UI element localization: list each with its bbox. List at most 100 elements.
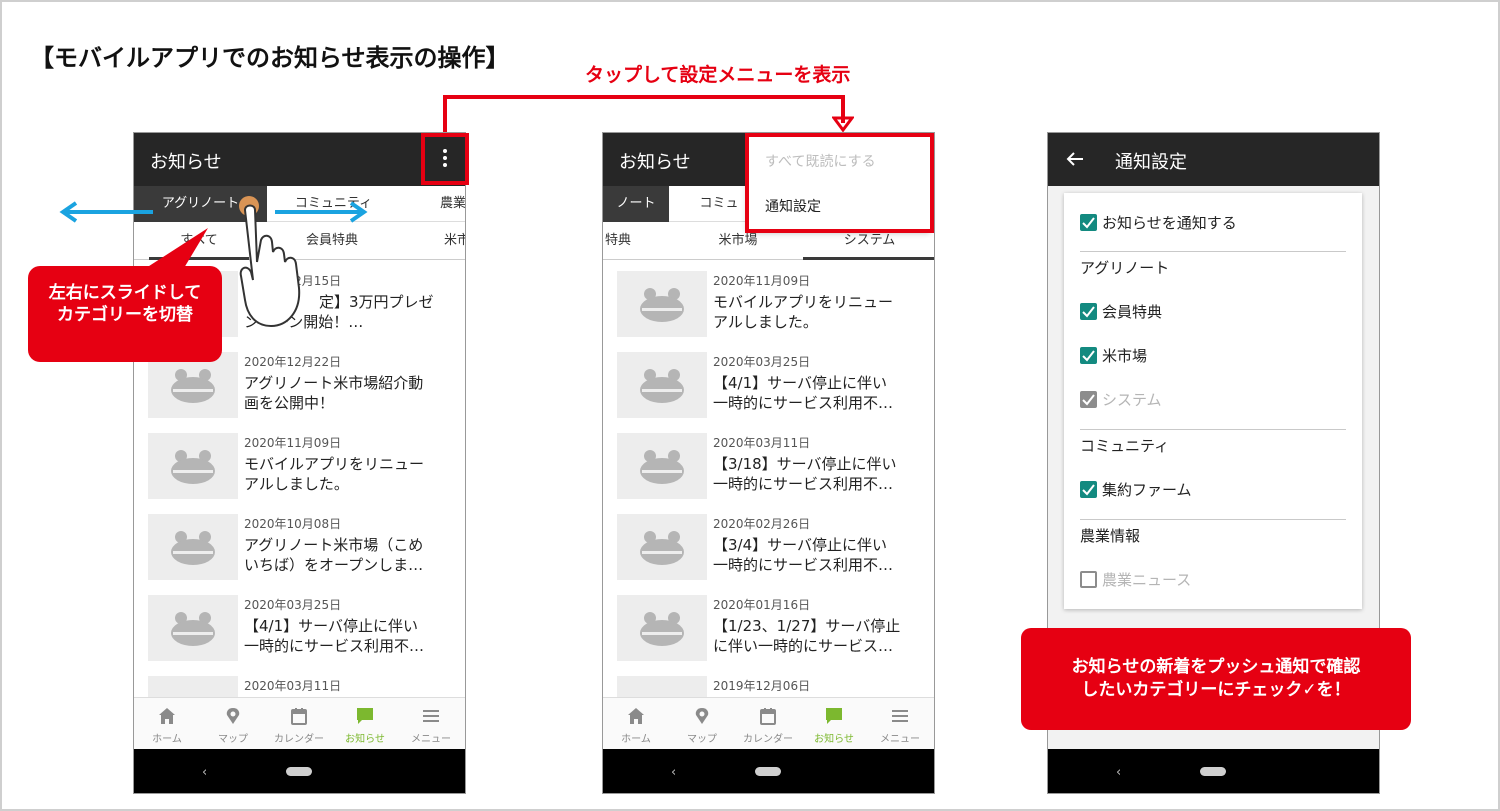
system-home-pill[interactable] [755,767,781,776]
news-item[interactable]: 2020年11月09日 モバイルアプリをリニュー アルしました。 [134,423,465,504]
checkbox-label: 会員特典 [1102,303,1163,321]
thumbnail-placeholder [617,595,707,661]
news-item[interactable]: 2020年03月25日 【4/1】サーバ停止に伴い 一時的にサービス利用不… [603,342,934,423]
checkbox-disabled-checked-icon [1080,391,1097,408]
frog-icon [640,612,684,646]
nav-label: メニュー [411,734,451,745]
nav-menu[interactable]: メニュー [398,698,464,750]
app-bar-title: お知らせ [150,152,222,173]
system-home-pill[interactable] [1200,767,1226,776]
connector-line-top [443,95,845,99]
news-date: 2020年10月08日 [244,517,342,531]
page-title: 【モバイルアプリでのお知らせ表示の操作】 [30,44,510,72]
subtab-rice-market[interactable]: 米市 [444,222,465,260]
nav-home[interactable]: ホーム [134,698,200,750]
thumbnail-placeholder [148,676,238,697]
callout-line: お知らせの新着をプッシュ通知で確認 [1071,657,1361,677]
nav-news[interactable]: お知らせ [801,698,867,750]
news-item[interactable]: 2020年01月16日 【1/23、1/27】サーバ停止 に伴い一時的にサービス… [603,585,934,666]
tab-agriculture[interactable]: 農業 [400,186,465,222]
thumbnail-placeholder [148,433,238,499]
news-item[interactable]: 2020年10月08日 アグリノート米市場（こめ いちば）をオープンしま… [134,504,465,585]
system-nav-bar: ‹ [1048,749,1379,793]
bottom-nav: ホーム マップ カレンダー お知らせ メニュー [603,697,934,749]
subtab-member-benefits[interactable]: 特典 [603,222,633,260]
news-date: 2020年11月09日 [244,436,342,450]
news-item[interactable]: 2020年03月11日 [134,666,465,697]
news-title: 【4/1】サーバ停止に伴い 一時的にサービス利用不… [713,374,894,412]
news-item[interactable]: 2020年03月11日 【3/18】サーバ停止に伴い 一時的にサービス利用不… [603,423,934,504]
back-arrow-icon[interactable] [1066,151,1084,167]
app-bar: 通知設定 [1048,133,1379,186]
news-item[interactable]: 2020年11月09日 モバイルアプリをリニュー アルしました。 [603,261,934,342]
tab-agrinote[interactable]: ノート [603,186,669,222]
thumbnail-placeholder [617,433,707,499]
nav-label: ホーム [152,734,182,745]
chat-bubble-icon [826,708,842,724]
checkbox-checked-icon [1080,214,1097,231]
checkbox-checked-icon [1080,303,1097,320]
system-nav-bar: ‹ [603,749,934,793]
map-pin-icon [226,708,240,724]
nav-menu[interactable]: メニュー [867,698,933,750]
frog-icon [640,450,684,484]
checkbox-label: お知らせを通知する [1102,214,1237,232]
nav-map[interactable]: マップ [669,698,735,750]
news-title: 【3/18】サーバ停止に伴い 一時的にサービス利用不… [713,455,897,493]
news-item[interactable]: 2020年02月26日 【3/4】サーバ停止に伴い 一時的にサービス利用不… [603,504,934,585]
nav-label: カレンダー [274,734,324,745]
news-date: 2020年03月11日 [244,679,342,693]
nav-calendar[interactable]: カレンダー [735,698,801,750]
news-date: 2020年03月11日 [713,436,811,450]
nav-label: お知らせ [814,734,854,745]
hamburger-icon [423,710,439,722]
news-title: アグリノート米市場紹介動 画を公開中！ [244,374,424,412]
nav-label: マップ [218,734,248,745]
news-date: 2020年12月22日 [244,355,342,369]
news-title: モバイルアプリをリニュー アルしました。 [244,455,425,493]
system-back-icon[interactable]: ‹ [202,765,207,780]
thumbnail-placeholder [148,595,238,661]
divider [1080,429,1346,430]
thumbnail-placeholder [617,271,707,337]
settings-card: お知らせを通知する アグリノート 会員特典 米市場 システム コミュニティ 集約… [1064,193,1362,609]
system-back-icon[interactable]: ‹ [1116,765,1121,780]
calendar-icon [760,708,776,725]
nav-news[interactable]: お知らせ [332,698,398,750]
app-bar: お知らせ [134,133,465,186]
frog-icon [640,531,684,565]
checkbox-label: 集約ファーム [1102,481,1192,499]
thumbnail-placeholder [148,514,238,580]
chat-bubble-icon [357,708,373,724]
news-list: 2020年11月09日 モバイルアプリをリニュー アルしました。 2020年03… [603,261,934,697]
news-item[interactable]: 2019年12月06日 [603,666,934,697]
section-agrinote: アグリノート [1080,259,1170,277]
news-title: アグリノート米市場（こめ いちば）をオープンしま… [244,536,424,574]
news-title: 【4/1】サーバ停止に伴い 一時的にサービス利用不… [244,617,425,655]
checkbox-label: 農業ニュース [1102,571,1192,589]
nav-calendar[interactable]: カレンダー [266,698,332,750]
callout-line: カテゴリーを切替 [57,305,193,325]
frog-icon [640,288,684,322]
nav-map[interactable]: マップ [200,698,266,750]
frog-icon [171,450,215,484]
checkbox-checked-icon [1080,347,1097,364]
news-date: 2019年12月06日 [713,679,811,693]
system-back-icon[interactable]: ‹ [671,765,676,780]
home-icon [628,708,644,724]
news-item[interactable]: 2020年03月25日 【4/1】サーバ停止に伴い 一時的にサービス利用不… [134,585,465,666]
app-bar-title: お知らせ [619,152,691,173]
news-date: 2020年01月16日 [713,598,811,612]
nav-home[interactable]: ホーム [603,698,669,750]
callout-line: 左右にスライドして [48,283,202,303]
nav-label: カレンダー [743,734,793,745]
thumbnail-placeholder [617,514,707,580]
nav-label: ホーム [621,734,651,745]
connector-arrow-icon [832,116,854,132]
section-community: コミュニティ [1080,437,1170,455]
kebab-highlight-box [421,133,469,185]
hamburger-icon [892,710,908,722]
system-home-pill[interactable] [286,767,312,776]
menu-highlight-box [745,133,934,233]
nav-label: お知らせ [345,734,385,745]
